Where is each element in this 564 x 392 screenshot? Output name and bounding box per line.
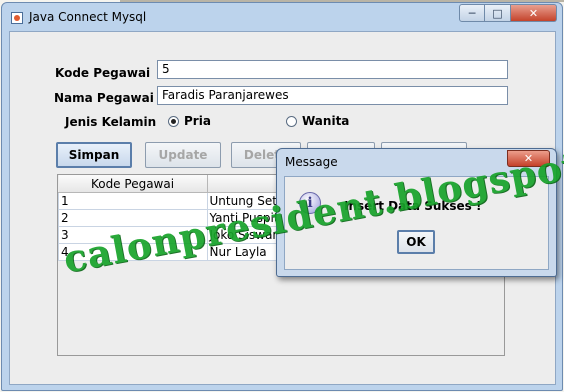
kode-pegawai-input[interactable]: 5 [157,60,508,79]
radio-wanita-dot[interactable] [286,115,297,127]
table-cell-kode: 3 [58,226,208,244]
window-controls: ─ □ ✕ [459,4,557,23]
table-cell-kode: 4 [58,243,208,261]
radio-pria[interactable]: Pria [168,114,211,128]
radio-wanita[interactable]: Wanita [286,114,349,128]
window-title: Java Connect Mysql [29,10,147,24]
kode-pegawai-label: Kode Pegawai [55,66,151,80]
column-kode-pegawai[interactable]: Kode Pegawai [58,175,208,193]
java-app-icon [11,12,23,24]
maximize-button[interactable]: □ [485,4,511,22]
title-bar[interactable]: Java Connect Mysql ─ □ ✕ [2,3,562,31]
dialog-message: Insert Data Sukses ! [344,199,482,213]
message-dialog: Message ✕ i Insert Data Sukses ! OK [276,148,557,277]
simpan-button[interactable]: Simpan [56,142,132,168]
ok-button[interactable]: OK [397,230,435,254]
radio-pria-label: Pria [184,114,211,128]
jenis-kelamin-label: Jenis Kelamin [65,115,157,129]
radio-wanita-label: Wanita [302,114,350,128]
dialog-title: Message [285,155,338,169]
table-cell-kode: 1 [58,192,208,210]
table-cell-kode: 2 [58,209,208,227]
nama-pegawai-label: Nama Pegawai [54,91,154,105]
close-button[interactable]: ✕ [511,4,557,22]
nama-pegawai-input[interactable]: Faradis Paranjarewes [157,86,508,105]
dialog-close-button[interactable]: ✕ [507,150,550,167]
radio-pria-dot[interactable] [168,115,179,127]
minimize-button[interactable]: ─ [459,4,485,22]
update-button[interactable]: Update [145,142,221,168]
info-icon: i [299,192,321,214]
dialog-body: i Insert Data Sukses ! OK [284,176,549,270]
